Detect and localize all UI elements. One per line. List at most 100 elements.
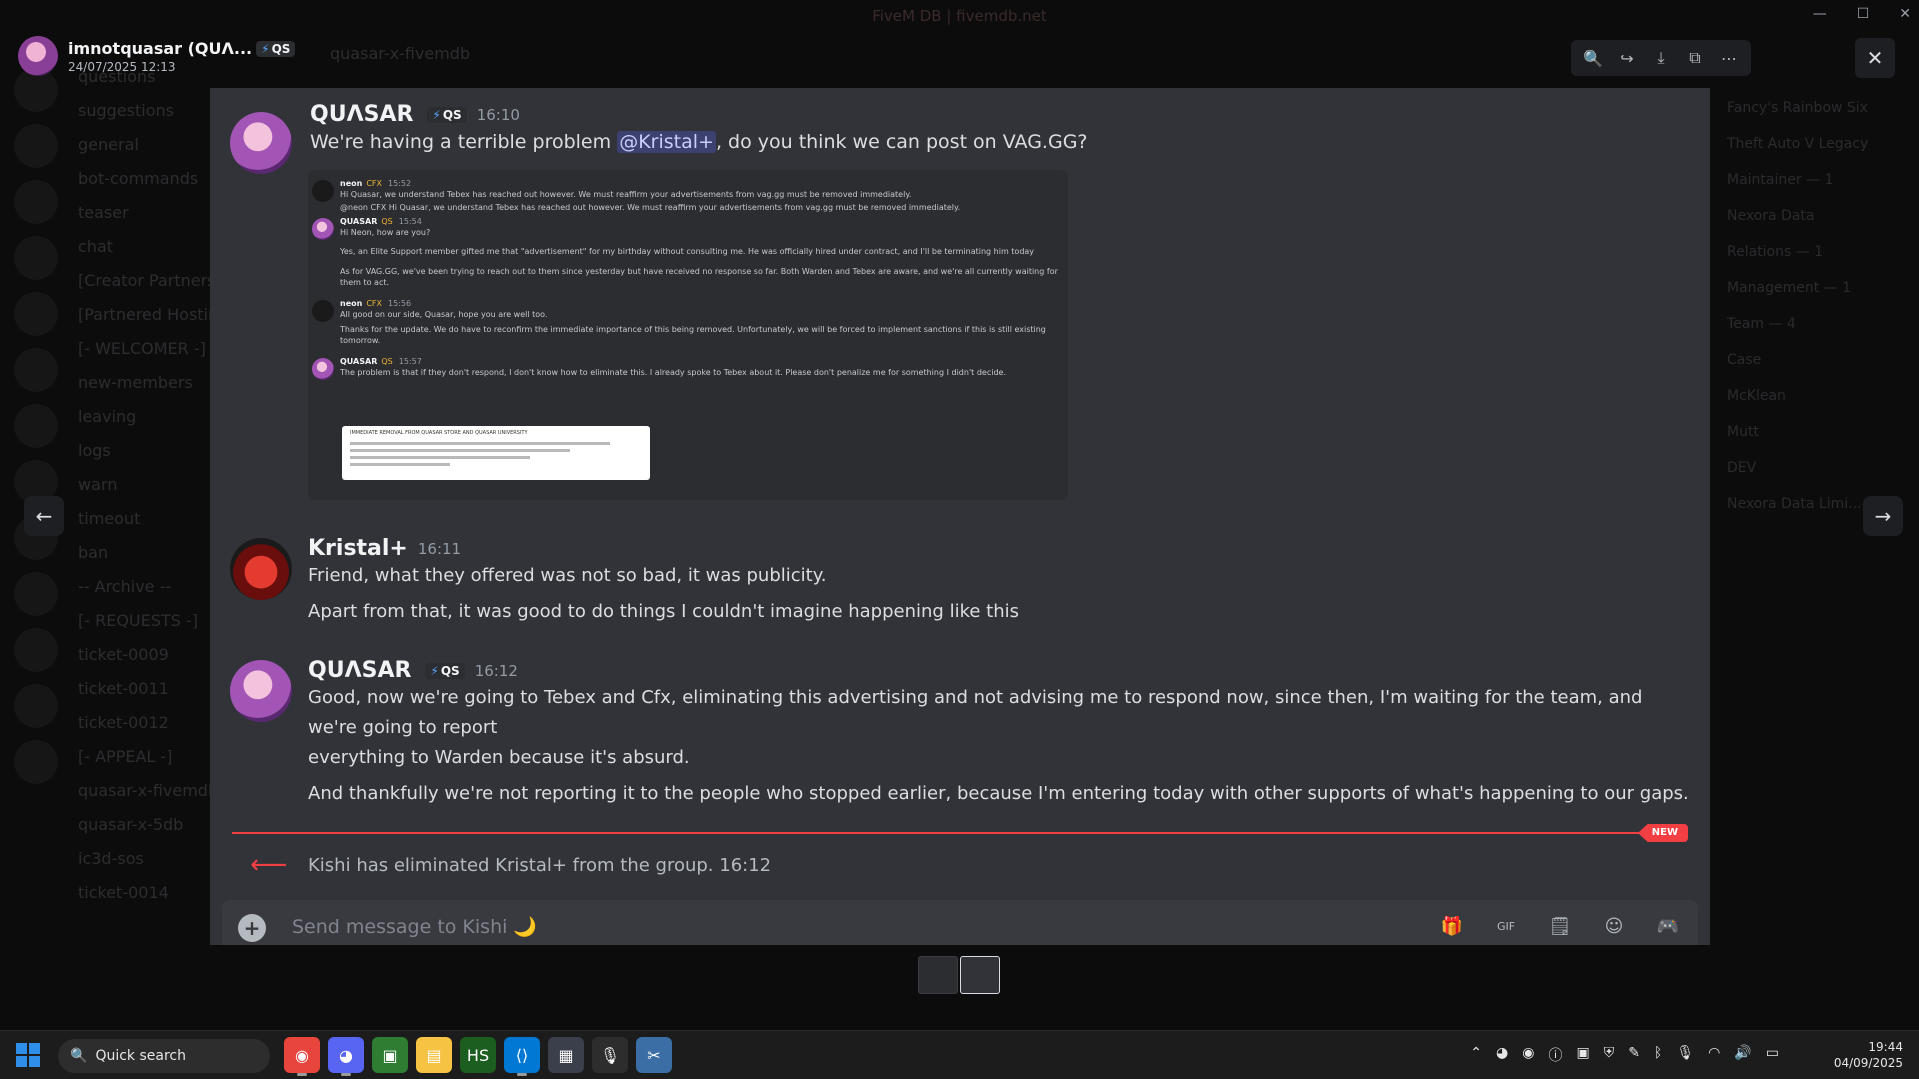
server-icon[interactable] [14, 740, 58, 784]
member-item[interactable]: McKlean [1719, 378, 1919, 414]
minimize-icon[interactable]: — [1813, 6, 1827, 22]
channel-item[interactable]: ticket-0011 [78, 672, 218, 706]
channel-item[interactable]: leaving [78, 400, 218, 434]
chrome-tray-icon[interactable]: ◉ [1522, 1045, 1534, 1065]
server-icon[interactable] [14, 684, 58, 728]
channel-item[interactable]: [Partnered Hosting] [78, 298, 218, 332]
text-line [350, 449, 570, 452]
bolt-icon: ⚡ [432, 107, 441, 122]
channel-item[interactable]: quasar-x-fivemdb [78, 774, 218, 808]
start-tile [16, 1056, 27, 1067]
chrome-app[interactable]: ◉ [284, 1037, 320, 1076]
tool-app[interactable]: ▦ [548, 1037, 584, 1073]
member-item[interactable]: Mutt [1719, 414, 1919, 450]
member-item[interactable]: DEV [1719, 450, 1919, 486]
tool-tray-icon[interactable]: ✎ [1628, 1045, 1640, 1065]
taskbar-clock[interactable]: 19:44 04/09/2025 [1834, 1039, 1903, 1071]
channel-item[interactable]: [- APPEAL -] [78, 740, 218, 774]
taskbar-search[interactable]: 🔍 Quick search [58, 1039, 270, 1073]
channel-item[interactable]: ban [78, 536, 218, 570]
channel-item[interactable]: suggestions [78, 94, 218, 128]
volume-icon[interactable]: 🔊 [1734, 1045, 1751, 1065]
channel-item[interactable]: [Creator Partners] [78, 264, 218, 298]
emoji-icon: ☺ [1604, 915, 1624, 937]
download-icon[interactable]: ⤓ [1645, 42, 1677, 74]
server-icon[interactable] [14, 348, 58, 392]
pinned-apps: ◉ ◕ ▣ ▤ HS ⟨⟩ ▦ 🎙 ✂ [284, 1037, 672, 1076]
member-item[interactable]: Theft Auto V Legacy [1719, 126, 1919, 162]
info-icon[interactable]: ⓘ [1548, 1045, 1562, 1065]
message-header: QUΛSAR ⚡ QS 16:12 [308, 658, 1690, 683]
wifi-icon[interactable]: ◠ [1708, 1045, 1720, 1065]
channel-item[interactable]: ticket-0009 [78, 638, 218, 672]
start-button[interactable] [16, 1043, 40, 1067]
server-icon[interactable] [14, 180, 58, 224]
chevron-up-icon[interactable]: ⌃ [1470, 1045, 1482, 1065]
member-item[interactable]: Nexora Data [1719, 198, 1919, 234]
channel-item[interactable]: bot-commands [78, 162, 218, 196]
forward-icon[interactable]: ↪ [1611, 42, 1643, 74]
embedded-text: Thanks for the update. We do have to rec… [340, 325, 1046, 345]
channel-item[interactable]: teaser [78, 196, 218, 230]
member-item[interactable]: Case [1719, 342, 1919, 378]
window-controls[interactable]: — ☐ ✕ [1813, 6, 1911, 22]
next-image-button[interactable]: → [1863, 496, 1903, 536]
channel-item[interactable]: warn [78, 468, 218, 502]
embedded-message: @neon CFX Hi Quasar, we understand Tebex… [340, 202, 1058, 213]
member-item[interactable]: Management — 1 [1719, 270, 1919, 306]
channel-item[interactable]: -- Archive -- [78, 570, 218, 604]
more-icon[interactable]: ⋯ [1713, 42, 1745, 74]
channel-item[interactable]: new-members [78, 366, 218, 400]
channel-item[interactable]: quasar-x-5db [78, 808, 218, 842]
vscode-app[interactable]: ⟨⟩ [504, 1037, 540, 1076]
channel-item[interactable]: ticket-0014 [78, 876, 218, 910]
server-icon[interactable] [14, 628, 58, 672]
new-badge: NEW [1637, 824, 1688, 842]
server-icon[interactable] [14, 404, 58, 448]
channel-item[interactable]: ic3d-sos [78, 842, 218, 876]
tag-label: QS [440, 663, 460, 678]
channel-item[interactable]: [- REQUESTS -] [78, 604, 218, 638]
bluetooth-icon[interactable]: ᛒ [1654, 1045, 1662, 1065]
member-item[interactable]: Relations — 1 [1719, 234, 1919, 270]
mic-icon[interactable]: 🎙 [1676, 1045, 1694, 1065]
channel-item[interactable]: chat [78, 230, 218, 264]
server-icon[interactable] [14, 124, 58, 168]
photos-app[interactable]: ▣ [372, 1037, 408, 1073]
member-item[interactable]: Team — 4 [1719, 306, 1919, 342]
channel-item[interactable]: general [78, 128, 218, 162]
mic-app[interactable]: 🎙 [592, 1037, 628, 1073]
thumbnail-active[interactable] [960, 956, 1000, 994]
server-icon[interactable] [14, 292, 58, 336]
server-icon[interactable] [14, 236, 58, 280]
embedded-message: Yes, an Elite Support member gifted me t… [340, 246, 1058, 257]
server-icon[interactable] [14, 572, 58, 616]
thumbnail[interactable] [918, 956, 958, 994]
channel-item[interactable]: timeout [78, 502, 218, 536]
channel-item[interactable]: logs [78, 434, 218, 468]
explorer-app[interactable]: ▤ [416, 1037, 452, 1073]
author-name: Kristal+ [308, 536, 408, 561]
close-window-icon[interactable]: ✕ [1899, 6, 1911, 22]
member-item[interactable]: Fancy's Rainbow Six [1719, 90, 1919, 126]
avatar[interactable] [18, 36, 58, 76]
discord-app[interactable]: ◕ [328, 1037, 364, 1076]
snip-app[interactable]: ✂ [636, 1037, 672, 1073]
composer-actions: 🎁 GIF 🗒 ☺ 🎮 [1436, 910, 1684, 942]
bolt-icon: ⚡ [261, 42, 270, 56]
server-tag: QS [381, 217, 393, 226]
server-tag: QS [381, 357, 393, 366]
previous-image-button[interactable]: ← [24, 496, 64, 536]
close-viewer-button[interactable]: ✕ [1855, 38, 1895, 78]
member-item[interactable]: Maintainer — 1 [1719, 162, 1919, 198]
channel-item[interactable]: [- WELCOMER -] [78, 332, 218, 366]
battery-icon[interactable]: ▭ [1766, 1045, 1779, 1065]
app-tray-icon[interactable]: ▣ [1576, 1045, 1589, 1065]
shield-icon[interactable]: ⛨ [1604, 1045, 1615, 1065]
maximize-icon[interactable]: ☐ [1857, 6, 1870, 22]
channel-item[interactable]: ticket-0012 [78, 706, 218, 740]
discord-tray-icon[interactable]: ◕ [1496, 1045, 1508, 1065]
hs-app[interactable]: HS [460, 1037, 496, 1073]
zoom-icon[interactable]: 🔍 [1577, 42, 1609, 74]
open-external-icon[interactable]: ⧉ [1679, 42, 1711, 74]
